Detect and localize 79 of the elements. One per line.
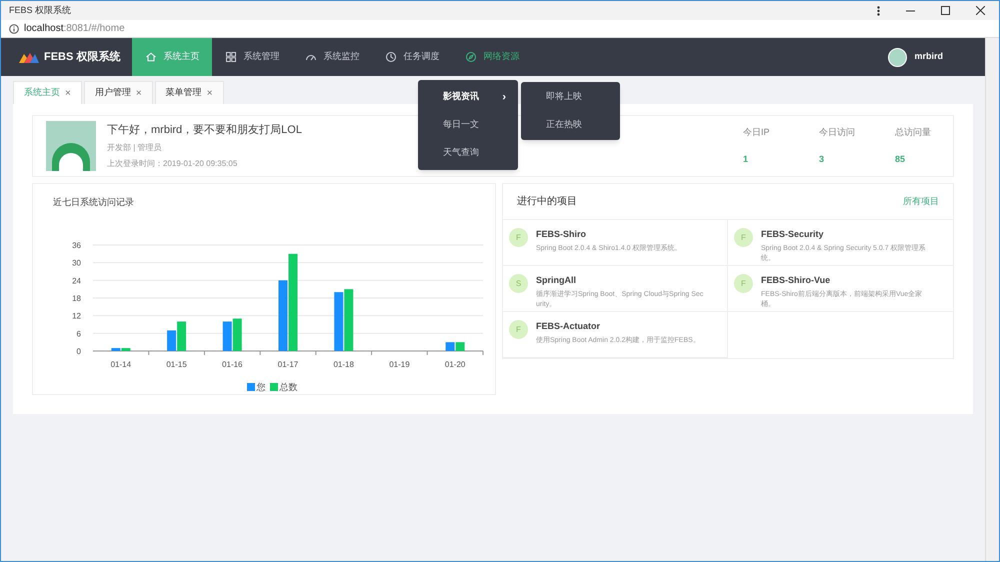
legend-swatch: [270, 383, 278, 392]
project-name: FEBS-Actuator: [536, 320, 602, 333]
axis-label: 01-16: [222, 360, 243, 368]
bar: [278, 280, 288, 350]
project-name: FEBS-Shiro-Vue: [761, 274, 832, 287]
bar: [334, 292, 344, 350]
submenu-item[interactable]: 即将上映: [521, 83, 620, 111]
page-tab[interactable]: 系统主页 ×: [13, 81, 82, 104]
close-tab-button[interactable]: ×: [206, 86, 213, 100]
maximize-icon[interactable]: [941, 6, 950, 15]
project-avatar: F: [734, 228, 753, 247]
stat-value: 1: [743, 153, 750, 166]
axis-label: 6: [76, 328, 81, 338]
stat-label: 今日访问: [819, 126, 856, 138]
page-tab[interactable]: 用户管理 ×: [84, 81, 153, 104]
axis-label: 01-15: [166, 360, 187, 368]
project-name: FEBS-Shiro: [536, 228, 588, 241]
project-avatar: F: [509, 320, 528, 339]
axis-label: 01-19: [389, 360, 410, 368]
avatar-icon: [888, 48, 908, 66]
project-avatar: F: [509, 228, 528, 247]
axis-label: 0: [76, 346, 81, 356]
legend-label: 您: [256, 380, 266, 394]
bar: [177, 321, 186, 350]
bar: [167, 330, 176, 350]
bar: [446, 342, 455, 350]
menu-item[interactable]: 天气查询: [418, 139, 518, 167]
nav-item[interactable]: 系统监控: [292, 38, 372, 76]
axis-label: 01-17: [278, 360, 298, 368]
projects-title: 进行中的项目: [517, 194, 577, 209]
bar: [344, 288, 354, 350]
user-name[interactable]: mrbird: [914, 50, 943, 64]
nav-item[interactable]: 网络资源: [452, 38, 532, 76]
submenu-item[interactable]: 正在热映: [521, 111, 620, 139]
project-avatar: S: [509, 274, 528, 293]
avatar-picture: [46, 121, 96, 171]
axis-label: 30: [72, 258, 81, 268]
stat-value: 85: [895, 153, 906, 166]
project-avatar: F: [734, 274, 753, 293]
greeting-text: 下午好，mrbird，要不要和朋友打局LOL: [107, 122, 302, 138]
nav-item[interactable]: 任务调度: [372, 38, 452, 76]
bar: [222, 321, 232, 350]
axis-label: 12: [72, 311, 81, 320]
logo-icon: [19, 52, 39, 62]
axis-label: 01-14: [110, 360, 132, 368]
page-tab[interactable]: 菜单管理 ×: [154, 81, 224, 104]
axis-label: 24: [72, 276, 81, 285]
brand-name: FEBS 权限系统: [44, 50, 120, 65]
home-icon: [145, 51, 158, 63]
clock-icon: [385, 51, 398, 63]
close-tab-button[interactable]: ×: [65, 86, 71, 100]
menu-item[interactable]: 影视资讯 ›: [418, 83, 518, 111]
window-title: FEBS 权限系统: [9, 4, 72, 17]
axis-label: 01-18: [333, 360, 354, 368]
grid-icon: [225, 51, 238, 63]
stat-label: 总访问量: [895, 126, 932, 138]
close-tab-button[interactable]: ×: [136, 86, 142, 100]
bar: [456, 342, 465, 350]
compass-icon: [465, 51, 478, 63]
menu-item[interactable]: 每日一文: [418, 111, 518, 139]
close-icon[interactable]: [976, 6, 985, 15]
role-text: 开发部 | 管理员: [107, 142, 162, 154]
url-text: localhost:8081/#/home: [24, 22, 125, 36]
project-name: FEBS-Security: [761, 228, 825, 241]
axis-label: 01-20: [444, 360, 466, 368]
info-icon: [9, 24, 19, 34]
project-name: SpringAll: [536, 274, 577, 287]
bar: [232, 318, 242, 350]
nav-item[interactable]: 系统管理: [212, 38, 292, 76]
stat-value: 3: [819, 153, 826, 166]
last-login-text: 上次登录时间：2019-01-20 09:35:05: [107, 158, 238, 170]
chart-title: 近七日系统访问记录: [53, 196, 135, 209]
more-icon[interactable]: [877, 6, 880, 16]
axis-label: 18: [72, 294, 81, 302]
stat-label: 今日IP: [743, 126, 771, 138]
axis-label: 36: [72, 240, 81, 250]
chevron-icon: ›: [502, 88, 506, 106]
legend-label: 总数: [280, 380, 298, 394]
legend-swatch: [246, 383, 254, 392]
